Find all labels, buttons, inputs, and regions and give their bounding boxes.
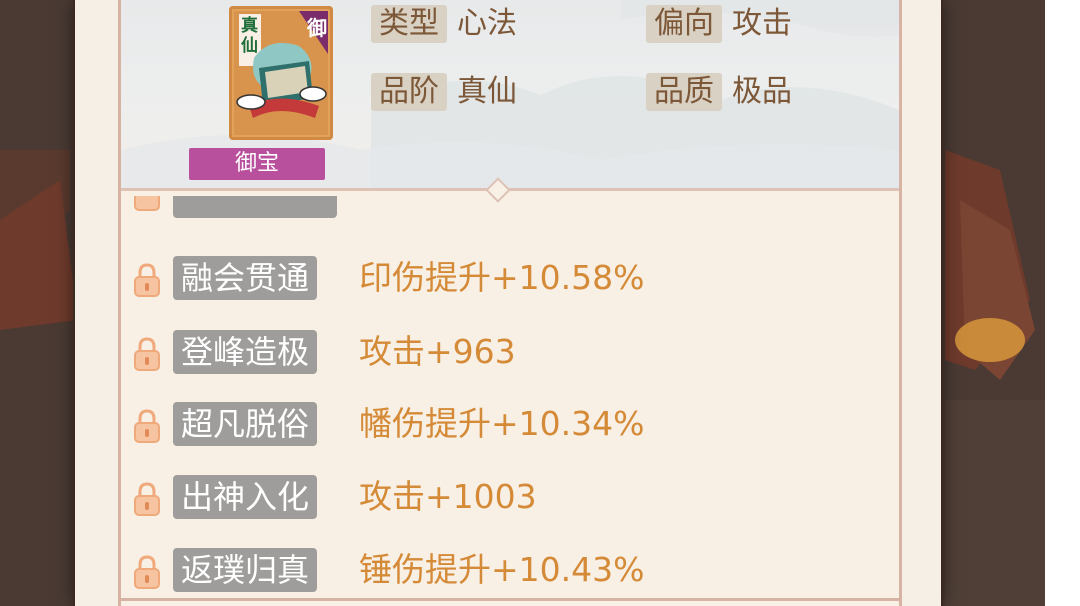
- info-type-value: 心法: [457, 6, 517, 41]
- info-bias: 偏向 攻击: [646, 4, 792, 44]
- info-bias-label: 偏向: [646, 5, 722, 43]
- trait-effect: 锤伤提升+10.43%: [359, 550, 645, 589]
- trait-name: 登峰造极: [173, 330, 318, 374]
- info-quality-value: 极品: [732, 74, 792, 109]
- item-detail-body: 真仙 御 御宝 类型 心法 偏向 攻击 品阶 真仙 品质 极品 融会贯通 印伤提…: [118, 0, 902, 606]
- icon-badge-text: 御: [307, 16, 327, 40]
- padlock-icon[interactable]: [131, 262, 163, 298]
- trait-effect: 幡伤提升+10.34%: [359, 404, 645, 443]
- trait-row: 登峰造极 攻击+963: [131, 328, 831, 376]
- trait-row: 超凡脱俗 幡伤提升+10.34%: [131, 400, 831, 448]
- info-quality-label: 品质: [646, 73, 722, 111]
- panel-bottom-border: [121, 598, 899, 601]
- padlock-icon: [134, 196, 160, 211]
- trait-effect: 印伤提升+10.58%: [359, 258, 645, 297]
- trait-effect: 攻击+1003: [359, 477, 537, 516]
- info-type: 类型 心法: [371, 4, 517, 44]
- trait-row-clipped: [131, 196, 831, 230]
- trait-row: 出神入化 攻击+1003: [131, 473, 831, 521]
- trait-name: 返璞归真: [173, 548, 318, 592]
- trait-name: 融会贯通: [173, 256, 318, 300]
- trait-name: 出神入化: [173, 475, 318, 519]
- trait-name: 超凡脱俗: [173, 402, 318, 446]
- padlock-icon[interactable]: [131, 336, 163, 372]
- quality-tag: 御宝: [189, 148, 325, 180]
- icon-grade-text: 真仙: [241, 16, 258, 56]
- info-rank: 品阶 真仙: [371, 72, 517, 112]
- trait-name: [173, 196, 337, 218]
- trait-row: 融会贯通 印伤提升+10.58%: [131, 254, 831, 302]
- trait-effect: 攻击+963: [359, 332, 516, 371]
- info-bias-value: 攻击: [732, 6, 792, 41]
- trait-row: 返璞归真 锤伤提升+10.43%: [131, 546, 831, 594]
- info-rank-label: 品阶: [371, 73, 447, 111]
- padlock-icon[interactable]: [131, 554, 163, 590]
- info-quality: 品质 极品: [646, 72, 792, 112]
- info-rank-value: 真仙: [457, 74, 517, 109]
- padlock-icon[interactable]: [131, 408, 163, 444]
- info-type-label: 类型: [371, 5, 447, 43]
- padlock-icon[interactable]: [131, 481, 163, 517]
- scroll-artifact-icon[interactable]: 真仙 御: [229, 6, 333, 140]
- item-detail-panel: 真仙 御 御宝 类型 心法 偏向 攻击 品阶 真仙 品质 极品 融会贯通 印伤提…: [75, 0, 941, 606]
